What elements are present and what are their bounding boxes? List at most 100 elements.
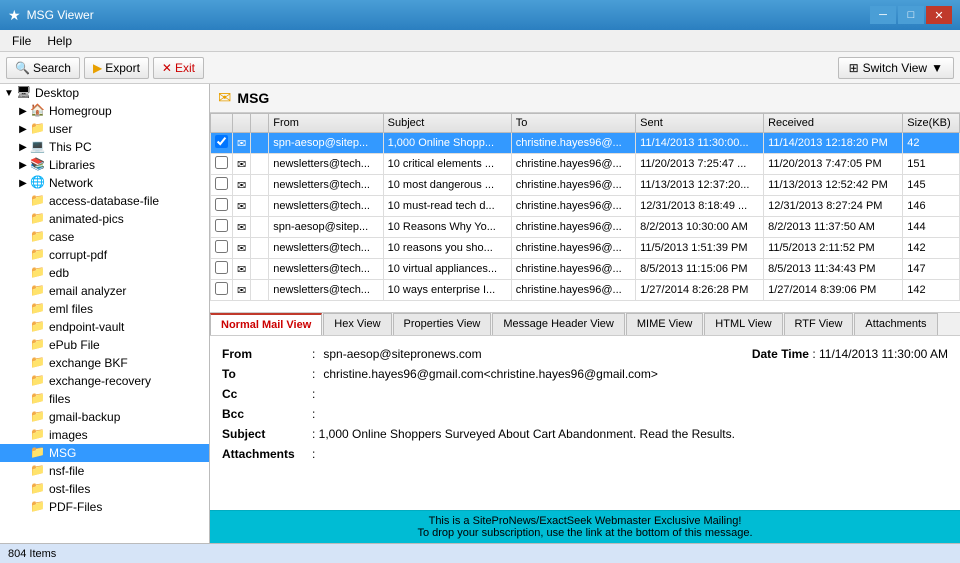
- table-row[interactable]: ✉ newsletters@tech... 10 critical elemen…: [211, 154, 960, 175]
- table-row[interactable]: ✉ newsletters@tech... 10 virtual applian…: [211, 259, 960, 280]
- cell-subject: 10 reasons you sho...: [383, 238, 511, 259]
- tab-html[interactable]: HTML View: [704, 313, 782, 335]
- tab-attachments[interactable]: Attachments: [854, 313, 937, 335]
- detail-from-row: From : spn-aesop@sitepronews.com Date Ti…: [222, 344, 948, 364]
- cell-from: newsletters@tech...: [269, 175, 383, 196]
- export-button[interactable]: ▶ Export: [84, 57, 149, 79]
- sidebar-item-epub-file[interactable]: 📁 ePub File: [0, 336, 209, 354]
- case-icon: 📁: [30, 229, 46, 245]
- tree-arrow-user[interactable]: ▶: [16, 124, 30, 135]
- cell-size: 142: [903, 238, 960, 259]
- sidebar-item-files[interactable]: 📁 files: [0, 390, 209, 408]
- cell-to: christine.hayes96@...: [511, 238, 635, 259]
- sidebar-item-gmail-backup[interactable]: 📁 gmail-backup: [0, 408, 209, 426]
- table-row[interactable]: ✉ spn-aesop@sitep... 1,000 Online Shopp.…: [211, 133, 960, 154]
- cell-checkbox[interactable]: [211, 280, 233, 301]
- cell-checkbox[interactable]: [211, 238, 233, 259]
- tree-arrow-network[interactable]: ▶: [16, 178, 30, 189]
- exit-icon: ✕: [162, 61, 172, 75]
- table-row[interactable]: ✉ spn-aesop@sitep... 10 Reasons Why Yo..…: [211, 217, 960, 238]
- cell-subject: 10 critical elements ...: [383, 154, 511, 175]
- col-subject[interactable]: Subject: [383, 114, 511, 133]
- table-row[interactable]: ✉ newsletters@tech... 10 most dangerous …: [211, 175, 960, 196]
- sidebar-item-exchange-bkf[interactable]: 📁 exchange BKF: [0, 354, 209, 372]
- detail-subject-row: Subject : 1,000 Online Shoppers Surveyed…: [222, 424, 948, 444]
- col-icon[interactable]: [233, 114, 251, 133]
- exit-button[interactable]: ✕ Exit: [153, 57, 204, 79]
- cell-received: 1/27/2014 8:39:06 PM: [764, 280, 903, 301]
- col-flag[interactable]: [251, 114, 269, 133]
- search-button[interactable]: 🔍 Search: [6, 57, 80, 79]
- cell-checkbox[interactable]: [211, 175, 233, 196]
- cell-checkbox[interactable]: [211, 133, 233, 154]
- sidebar-item-endpoint-vault[interactable]: 📁 endpoint-vault: [0, 318, 209, 336]
- sidebar-item-libraries[interactable]: ▶ 📚 Libraries: [0, 156, 209, 174]
- col-from[interactable]: From: [269, 114, 383, 133]
- col-size[interactable]: Size(KB): [903, 114, 960, 133]
- images-icon: 📁: [30, 427, 46, 443]
- status-bar: 804 Items: [0, 543, 960, 563]
- detail-attachments-value: [323, 447, 948, 461]
- access-icon: 📁: [30, 193, 46, 209]
- cell-checkbox[interactable]: [211, 154, 233, 175]
- tree-arrow-homegroup[interactable]: ▶: [16, 106, 30, 117]
- content-area: ✉ MSG From Subject To Sent Received Size: [210, 84, 960, 543]
- col-sent[interactable]: Sent: [636, 114, 764, 133]
- cell-subject: 10 must-read tech d...: [383, 196, 511, 217]
- sidebar-item-email-analyzer[interactable]: 📁 email analyzer: [0, 282, 209, 300]
- sidebar-item-exchange-recovery[interactable]: 📁 exchange-recovery: [0, 372, 209, 390]
- switch-view-button[interactable]: ⊞ Switch View ▼: [838, 57, 954, 79]
- tab-hex[interactable]: Hex View: [323, 313, 391, 335]
- sidebar-item-network[interactable]: ▶ 🌐 Network: [0, 174, 209, 192]
- gmail-backup-icon: 📁: [30, 409, 46, 425]
- cell-size: 42: [903, 133, 960, 154]
- table-row[interactable]: ✉ newsletters@tech... 10 ways enterprise…: [211, 280, 960, 301]
- col-received[interactable]: Received: [764, 114, 903, 133]
- sidebar-item-case[interactable]: 📁 case: [0, 228, 209, 246]
- sidebar-item-animated-pics[interactable]: 📁 animated-pics: [0, 210, 209, 228]
- menu-help[interactable]: Help: [39, 32, 80, 50]
- tree-arrow-libraries[interactable]: ▶: [16, 160, 30, 171]
- col-check[interactable]: [211, 114, 233, 133]
- sidebar-item-msg[interactable]: 📁 MSG: [0, 444, 209, 462]
- maximize-button[interactable]: □: [898, 6, 924, 24]
- sidebar-item-access-database-file[interactable]: 📁 access-database-file: [0, 192, 209, 210]
- cell-size: 145: [903, 175, 960, 196]
- cell-checkbox[interactable]: [211, 217, 233, 238]
- cell-sent: 8/5/2013 11:15:06 PM: [636, 259, 764, 280]
- sidebar-item-images[interactable]: 📁 images: [0, 426, 209, 444]
- sidebar-item-desktop[interactable]: ▼ 🖥 Desktop: [0, 84, 209, 102]
- cell-email-icon: ✉: [233, 280, 251, 301]
- tab-message-header[interactable]: Message Header View: [492, 313, 624, 335]
- cell-size: 147: [903, 259, 960, 280]
- switch-view-icon: ⊞: [849, 61, 859, 75]
- tree-arrow-thispc[interactable]: ▶: [16, 142, 30, 153]
- tab-rtf[interactable]: RTF View: [784, 313, 854, 335]
- tab-normal-mail[interactable]: Normal Mail View: [210, 313, 322, 335]
- cell-checkbox[interactable]: [211, 196, 233, 217]
- sidebar-item-edb[interactable]: 📁 edb: [0, 264, 209, 282]
- cell-flag: [251, 259, 269, 280]
- sidebar-item-nsf-file[interactable]: 📁 nsf-file: [0, 462, 209, 480]
- msg-header: ✉ MSG: [210, 84, 960, 113]
- menu-file[interactable]: File: [4, 32, 39, 50]
- sidebar-item-ost-files[interactable]: 📁 ost-files: [0, 480, 209, 498]
- email-table: From Subject To Sent Received Size(KB) ✉…: [210, 113, 960, 301]
- sidebar-item-homegroup[interactable]: ▶ 🏠 Homegroup: [0, 102, 209, 120]
- sidebar-item-pdf-files[interactable]: 📁 PDF-Files: [0, 498, 209, 516]
- sidebar-item-eml-files[interactable]: 📁 eml files: [0, 300, 209, 318]
- preview-line1: This is a SiteProNews/ExactSeek Webmaste…: [218, 515, 952, 527]
- sidebar-item-user[interactable]: ▶ 📁 user: [0, 120, 209, 138]
- table-row[interactable]: ✉ newsletters@tech... 10 must-read tech …: [211, 196, 960, 217]
- sidebar-item-thispc[interactable]: ▶ 💻 This PC: [0, 138, 209, 156]
- tree-arrow-desktop[interactable]: ▼: [2, 88, 16, 99]
- sidebar-item-corrupt-pdf[interactable]: 📁 corrupt-pdf: [0, 246, 209, 264]
- close-button[interactable]: ✕: [926, 6, 952, 24]
- cell-received: 11/14/2013 12:18:20 PM: [764, 133, 903, 154]
- minimize-button[interactable]: ─: [870, 6, 896, 24]
- col-to[interactable]: To: [511, 114, 635, 133]
- tab-mime[interactable]: MIME View: [626, 313, 703, 335]
- tab-properties[interactable]: Properties View: [393, 313, 492, 335]
- table-row[interactable]: ✉ newsletters@tech... 10 reasons you sho…: [211, 238, 960, 259]
- cell-checkbox[interactable]: [211, 259, 233, 280]
